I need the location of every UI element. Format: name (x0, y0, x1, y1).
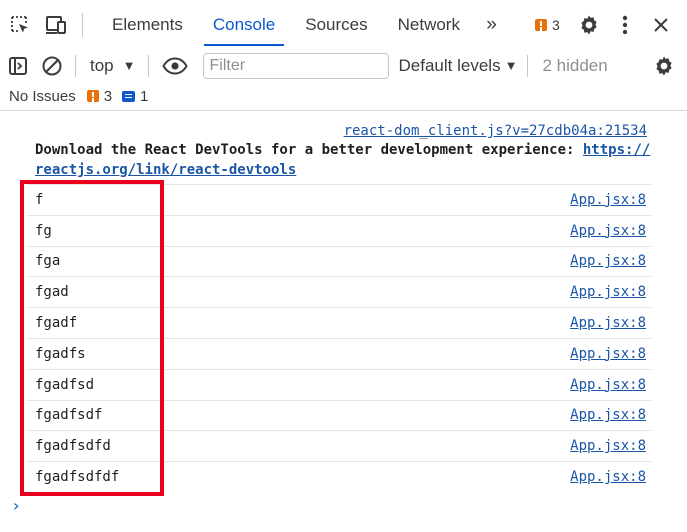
log-source-link[interactable]: App.jsx:8 (570, 407, 646, 423)
console-message-devtools: react-dom_client.js?v=27cdb04a:21534 Dow… (35, 122, 655, 180)
info-message-icon (122, 90, 136, 102)
log-source-link[interactable]: App.jsx:8 (570, 192, 646, 208)
dropdown-caret-icon: ▼ (504, 58, 518, 73)
settings-gear-icon[interactable] (571, 7, 607, 43)
message-text: Download the React DevTools for a better… (35, 140, 655, 180)
console-prompt-chevron-icon[interactable]: › (13, 496, 19, 515)
toolbar-divider (147, 54, 149, 77)
warning-count[interactable]: 3 (104, 88, 112, 105)
issues-counter-button[interactable]: 3 (534, 16, 560, 33)
console-toolbar: top ▼ Default levels ▼ 2 hidden (0, 49, 687, 82)
clear-console-icon[interactable] (35, 51, 69, 81)
toolbar-divider (527, 54, 529, 77)
devtools-tab-bar: Elements Console Sources Network » 3 (0, 0, 687, 49)
tab-bar-separator (82, 12, 83, 37)
toolbar-divider (75, 54, 76, 77)
device-toolbar-icon[interactable] (38, 7, 74, 43)
hidden-messages-count: 2 hidden (542, 55, 608, 75)
tab-network[interactable]: Network (383, 0, 475, 49)
more-vert-icon[interactable] (607, 7, 643, 43)
eye-icon[interactable] (155, 51, 195, 81)
context-selector[interactable]: top ▼ (90, 56, 136, 76)
log-source-link[interactable]: App.jsx:8 (570, 253, 646, 269)
log-levels-dropdown[interactable]: Default levels ▼ (399, 56, 518, 76)
tab-sources[interactable]: Sources (290, 0, 382, 49)
filter-input[interactable] (202, 52, 389, 79)
no-issues-label: No Issues (9, 87, 76, 105)
issues-count: 3 (551, 16, 560, 33)
inspect-element-icon[interactable] (2, 7, 38, 43)
log-source-link[interactable]: App.jsx:8 (570, 377, 646, 393)
warning-icon (534, 18, 547, 31)
info-count[interactable]: 1 (140, 88, 148, 105)
dropdown-caret-icon: ▼ (122, 58, 136, 73)
more-tabs-chevron-icon[interactable]: » (475, 14, 505, 36)
tab-console[interactable]: Console (198, 0, 290, 49)
log-source-link[interactable]: App.jsx:8 (570, 284, 646, 300)
issues-bar: No Issues 3 1 (0, 82, 687, 111)
close-icon[interactable] (643, 7, 679, 43)
log-source-link[interactable]: App.jsx:8 (570, 469, 646, 485)
sidebar-toggle-icon[interactable] (1, 51, 35, 81)
warning-icon (86, 90, 99, 102)
console-settings-gear-icon[interactable] (647, 51, 681, 81)
highlight-annotation-box (20, 180, 164, 496)
log-source-link[interactable]: App.jsx:8 (570, 438, 646, 454)
log-levels-label: Default levels (398, 55, 501, 75)
log-source-link[interactable]: App.jsx:8 (570, 223, 646, 239)
log-source-link[interactable]: App.jsx:8 (570, 346, 646, 362)
tab-bar-actions (571, 7, 679, 43)
log-source-link[interactable]: App.jsx:8 (570, 315, 646, 331)
devtools-message-text: Download the React DevTools for a better… (35, 142, 583, 158)
message-source-link[interactable]: react-dom_client.js?v=27cdb04a:21534 (35, 122, 655, 140)
context-label: top (90, 55, 114, 75)
tab-elements[interactable]: Elements (97, 0, 198, 49)
